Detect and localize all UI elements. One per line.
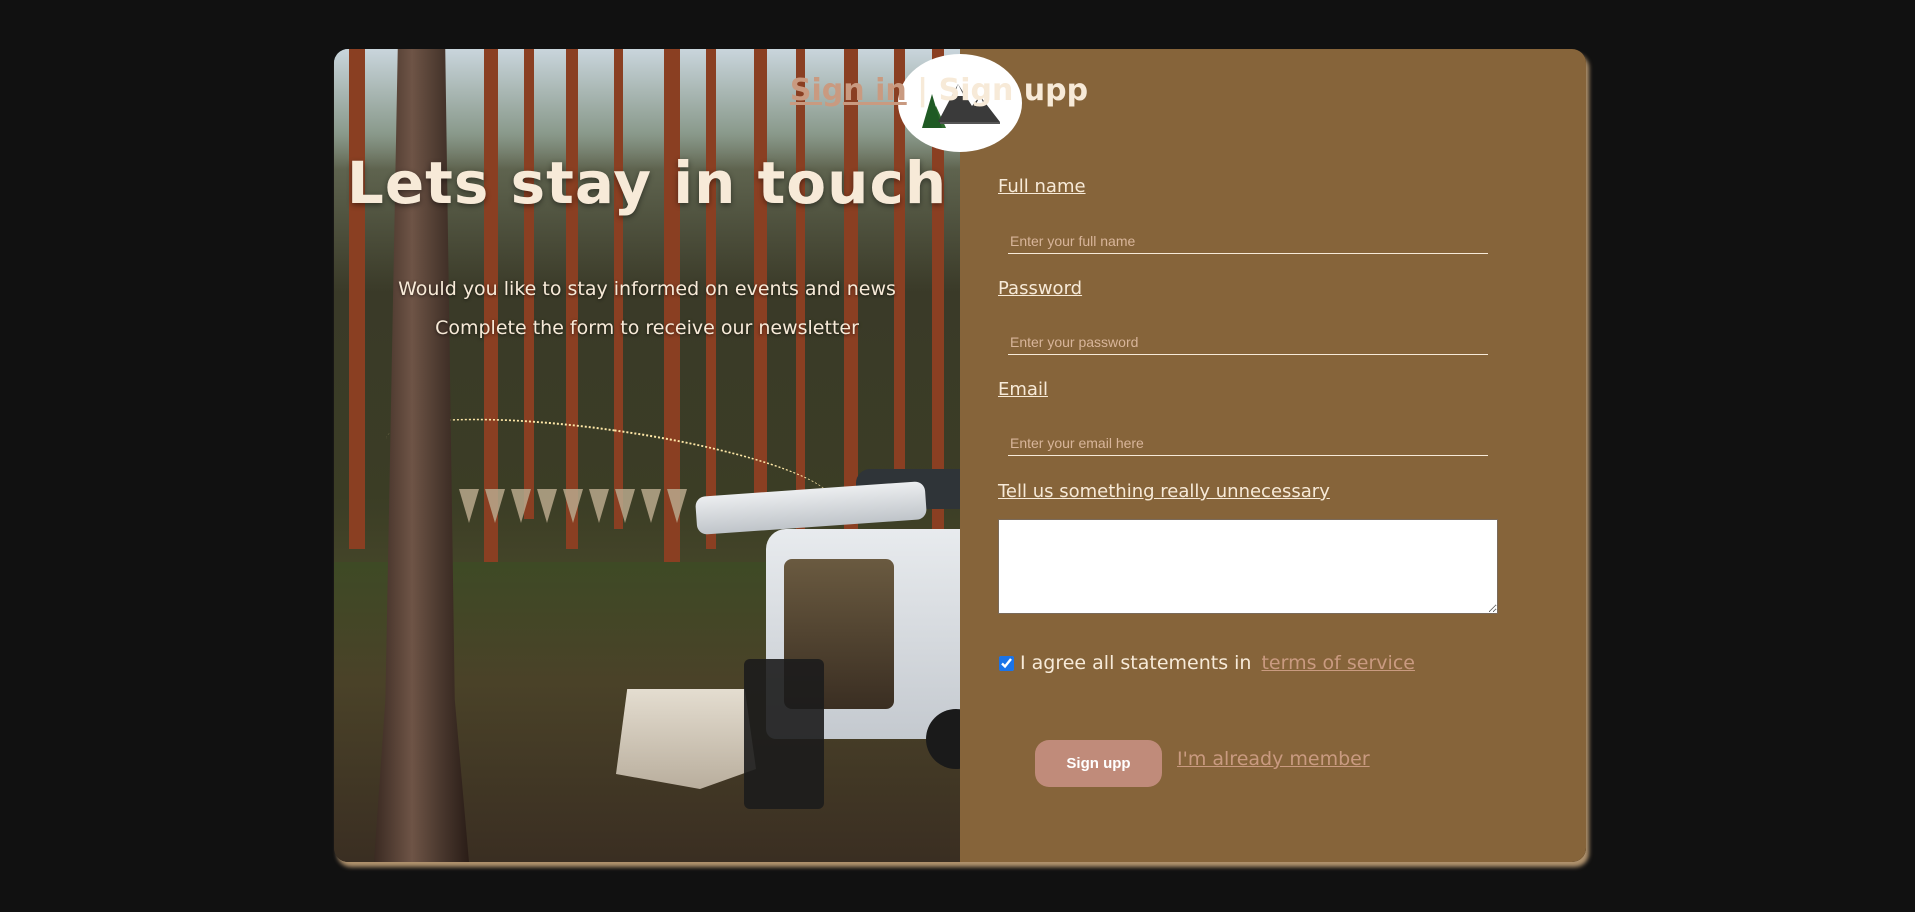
full-name-label: Full name <box>998 176 1086 197</box>
hero-subline-2: Complete the form to receive our newslet… <box>435 317 859 339</box>
agree-checkbox[interactable] <box>999 655 1014 671</box>
password-label: Password <box>998 278 1083 299</box>
agree-text: I agree all statements in <box>1020 652 1252 674</box>
hero-subline-1: Would you like to stay informed on event… <box>398 278 896 300</box>
sign-in-link[interactable]: Sign in <box>790 73 907 108</box>
full-name-input[interactable] <box>1008 229 1488 254</box>
sign-up-title: Sign upp <box>938 73 1089 108</box>
terms-agreement: I agree all statements in terms of servi… <box>998 652 1415 674</box>
switch-separator: | <box>917 73 929 108</box>
sign-up-button[interactable]: Sign upp <box>1035 740 1162 787</box>
hero-panel: Lets stay in touch Would you like to sta… <box>334 49 960 862</box>
password-input[interactable] <box>1008 330 1488 355</box>
email-input[interactable] <box>1008 431 1488 456</box>
camp-chair <box>744 659 824 809</box>
hero-headline: Lets stay in touch <box>346 149 948 217</box>
camp-table <box>616 689 756 789</box>
form-switch: Sign in | Sign upp <box>626 73 1252 108</box>
unnecessary-textarea[interactable] <box>998 519 1498 614</box>
tailgate <box>694 481 928 535</box>
email-label: Email <box>998 379 1048 400</box>
terms-link[interactable]: terms of service <box>1261 652 1414 674</box>
already-member-link[interactable]: I'm already member <box>1177 748 1370 770</box>
unnecessary-label: Tell us something really unnecessary <box>998 481 1330 502</box>
